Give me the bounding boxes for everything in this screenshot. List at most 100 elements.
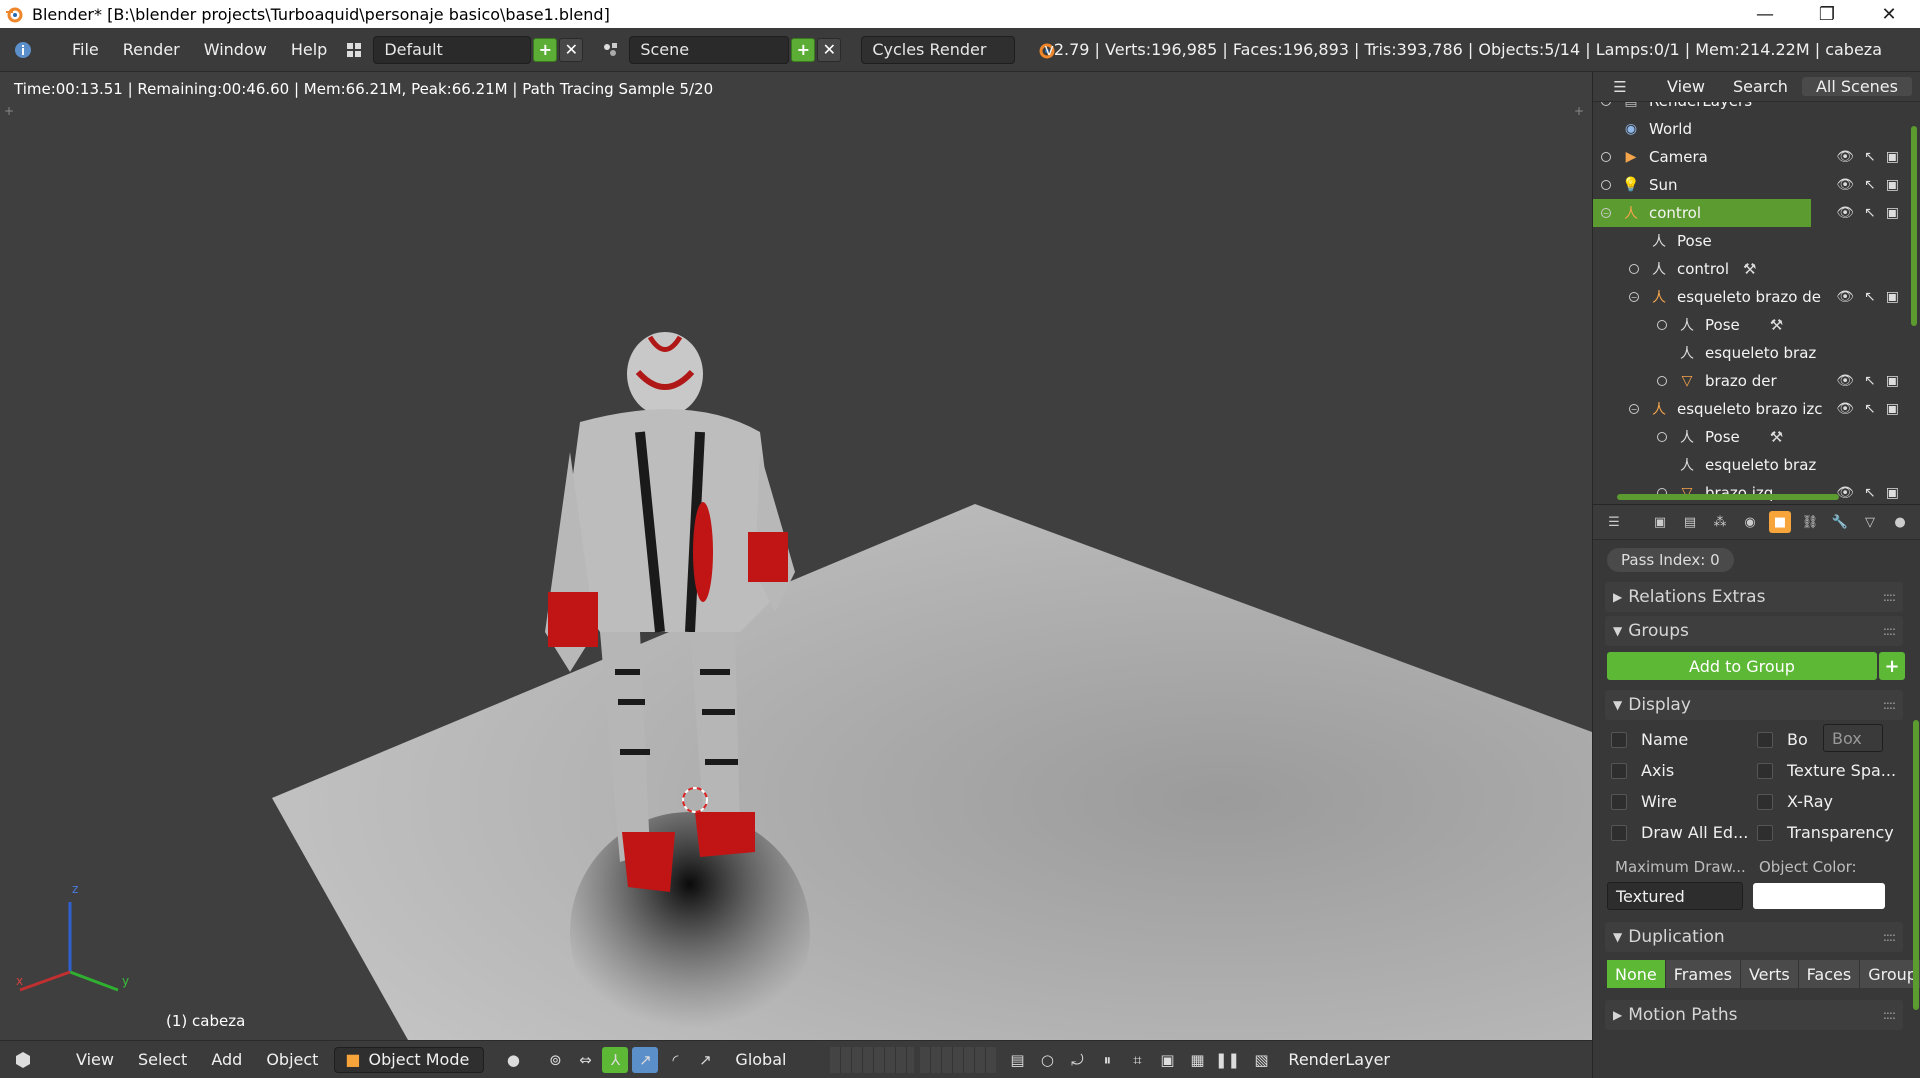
outliner-row-esqueleto-braz[interactable]: 人 esqueleto braz — [1593, 451, 1903, 479]
select-arrow-icon[interactable]: ↖ — [1864, 205, 1876, 221]
dup-option-frames[interactable]: Frames — [1665, 960, 1741, 988]
scale-manipulator-icon[interactable]: ◜ — [662, 1047, 688, 1073]
maximize-button[interactable]: ❐ — [1796, 0, 1858, 28]
render-camera-icon[interactable]: ▣ — [1886, 149, 1899, 165]
select-arrow-icon[interactable]: ↖ — [1864, 485, 1876, 501]
layout-field[interactable]: Default — [373, 35, 532, 64]
editor-type-info-icon[interactable] — [10, 37, 36, 63]
outliner-row-renderlayers[interactable]: ▤ RenderLayers — [1593, 102, 1903, 115]
object-color-swatch[interactable] — [1753, 883, 1885, 909]
outliner-search-menu[interactable]: Search — [1719, 77, 1802, 96]
outliner-row-sun[interactable]: 💡 Sun 👁 ↖ ▣ — [1593, 171, 1903, 199]
menu-select[interactable]: Select — [126, 1050, 199, 1069]
proportional-edit-icon[interactable]: ○ — [1034, 1047, 1060, 1073]
panel-grip-icon[interactable]: :::: — [1883, 590, 1896, 604]
visibility-eye-icon[interactable]: 👁 — [1836, 289, 1854, 305]
dup-option-faces[interactable]: Faces — [1798, 960, 1861, 988]
menu-file[interactable]: File — [60, 40, 111, 59]
checkbox-draw-all-edges[interactable]: Draw All Ed... — [1611, 823, 1748, 842]
delete-layout-button[interactable]: ✕ — [559, 37, 584, 62]
viewport-shading-icon[interactable]: ● — [500, 1047, 526, 1073]
menu-add[interactable]: Add — [199, 1050, 254, 1069]
panel-motion-paths[interactable]: ▶ Motion Paths :::: — [1605, 1000, 1903, 1030]
outliner-row-pose[interactable]: 人 Pose ⚒ — [1593, 423, 1903, 451]
panel-groups[interactable]: ▼ Groups :::: — [1605, 616, 1903, 646]
dup-option-none[interactable]: None — [1607, 960, 1666, 988]
render-camera-icon[interactable]: ▣ — [1886, 401, 1899, 417]
viewport-corner-plus-right-icon[interactable]: + — [1574, 104, 1586, 118]
outliner-row-esqueleto-braz[interactable]: 人 esqueleto braz — [1593, 339, 1903, 367]
panel-grip-icon[interactable]: :::: — [1883, 1008, 1896, 1022]
render-layers-tab-icon[interactable]: ▤ — [1679, 511, 1701, 533]
select-arrow-icon[interactable]: ↖ — [1864, 401, 1876, 417]
select-arrow-icon[interactable]: ↖ — [1864, 149, 1876, 165]
maximum-draw-type-select[interactable]: Textured — [1607, 882, 1743, 910]
rotate-manipulator-icon[interactable]: ↗ — [632, 1046, 659, 1073]
menu-window[interactable]: Window — [192, 40, 279, 59]
visibility-eye-icon[interactable]: 👁 — [1836, 205, 1854, 221]
falloff-icon[interactable]: ⤾ — [1064, 1047, 1090, 1073]
panel-display[interactable]: ▼ Display :::: — [1605, 690, 1903, 720]
outliner-row-pose[interactable]: 人 Pose — [1593, 227, 1903, 255]
manipulator-toggle-icon[interactable]: ⇔ — [572, 1047, 598, 1073]
opengl-render-icon[interactable]: ▣ — [1154, 1047, 1180, 1073]
scale-handle-icon[interactable]: ↗ — [692, 1047, 718, 1073]
select-arrow-icon[interactable]: ↖ — [1864, 373, 1876, 389]
mode-select[interactable]: ■ Object Mode — [334, 1046, 485, 1073]
checkbox-axis[interactable]: Axis — [1611, 761, 1674, 780]
select-arrow-icon[interactable]: ↖ — [1864, 289, 1876, 305]
outliner-row-pose[interactable]: 人 Pose ⚒ — [1593, 311, 1903, 339]
add-layout-button[interactable]: + — [533, 37, 558, 62]
outliner-row-esqueleto-brazo-de[interactable]: − 人 esqueleto brazo de 👁 ↖ ▣ — [1593, 283, 1903, 311]
translate-manipulator-icon[interactable]: ⅄ — [602, 1046, 629, 1073]
visibility-eye-icon[interactable]: 👁 — [1836, 149, 1854, 165]
panel-grip-icon[interactable]: :::: — [1883, 930, 1896, 944]
render-camera-icon[interactable]: ▣ — [1886, 205, 1899, 221]
menu-view[interactable]: View — [64, 1050, 126, 1069]
render-camera-icon[interactable]: ▣ — [1886, 373, 1899, 389]
properties-scrollbar[interactable] — [1913, 720, 1919, 1010]
scene-tab-icon[interactable]: ⁂ — [1709, 511, 1731, 533]
snap-toggle-icon[interactable]: ⏸ — [1094, 1047, 1120, 1073]
checkbox-texture-space[interactable]: Texture Spa... — [1757, 761, 1896, 780]
render-engine-select[interactable]: Cycles Render — [861, 35, 1016, 64]
editor-type-outliner-icon[interactable]: ☰ — [1607, 74, 1633, 100]
outliner-row-brazo-der[interactable]: ▽ brazo der 👁 ↖ ▣ — [1593, 367, 1903, 395]
outliner-view-menu[interactable]: View — [1653, 77, 1719, 96]
checkbox-bounds[interactable]: Bo — [1757, 730, 1808, 749]
outliner-row-esqueleto-brazo-izc[interactable]: − 人 esqueleto brazo izc 👁 ↖ ▣ — [1593, 395, 1903, 423]
delete-scene-button[interactable]: ✕ — [817, 37, 842, 62]
menu-render[interactable]: Render — [111, 40, 192, 59]
outliner-row-control-data[interactable]: 人 control ⚒ — [1593, 255, 1903, 283]
outliner-scrollbar[interactable] — [1911, 126, 1917, 326]
panel-relations-extras[interactable]: ▶ Relations Extras :::: — [1605, 582, 1903, 612]
material-tab-icon[interactable]: ● — [1889, 511, 1911, 533]
dup-option-group[interactable]: Group — [1860, 960, 1920, 988]
layer-buttons-1[interactable] — [830, 1046, 915, 1073]
bounds-type-select[interactable]: Box — [1823, 724, 1883, 752]
add-group-plus-button[interactable]: + — [1879, 652, 1905, 680]
close-button[interactable]: ✕ — [1858, 0, 1920, 28]
scene-field[interactable]: Scene — [629, 35, 790, 64]
data-tab-icon[interactable]: ▽ — [1859, 511, 1881, 533]
lock-layers-icon[interactable]: ▤ — [1004, 1047, 1030, 1073]
editor-type-properties-icon[interactable]: ☰ — [1603, 511, 1625, 533]
visibility-eye-icon[interactable]: 👁 — [1836, 177, 1854, 193]
snap-element-icon[interactable]: ⌗ — [1124, 1047, 1150, 1073]
render-layer-label[interactable]: RenderLayer — [1276, 1050, 1402, 1069]
opengl-animation-icon[interactable]: ▦ — [1184, 1047, 1210, 1073]
outliner[interactable]: ▤ RenderLayers ◉ World ▶ Camera 👁 ↖ ▣ 💡 Su… — [1593, 102, 1920, 504]
add-scene-button[interactable]: + — [791, 37, 816, 62]
outliner-display-mode-select[interactable]: All Scenes — [1801, 77, 1912, 96]
visibility-eye-icon[interactable]: 👁 — [1836, 485, 1854, 501]
modifiers-tab-icon[interactable]: 🔧 — [1829, 511, 1851, 533]
render-layer-icon[interactable]: ▧ — [1248, 1047, 1274, 1073]
render-tab-icon[interactable]: ▣ — [1649, 511, 1671, 533]
pause-render-icon[interactable]: ❚❚ — [1214, 1047, 1240, 1073]
editor-type-3d-view-icon[interactable] — [10, 1047, 36, 1073]
pass-index-field[interactable]: Pass Index: 0 — [1607, 548, 1734, 572]
select-arrow-icon[interactable]: ↖ — [1864, 177, 1876, 193]
panel-grip-icon[interactable]: :::: — [1883, 698, 1896, 712]
screen-layout-icon[interactable] — [341, 37, 367, 63]
layer-buttons-2[interactable] — [920, 1046, 997, 1073]
